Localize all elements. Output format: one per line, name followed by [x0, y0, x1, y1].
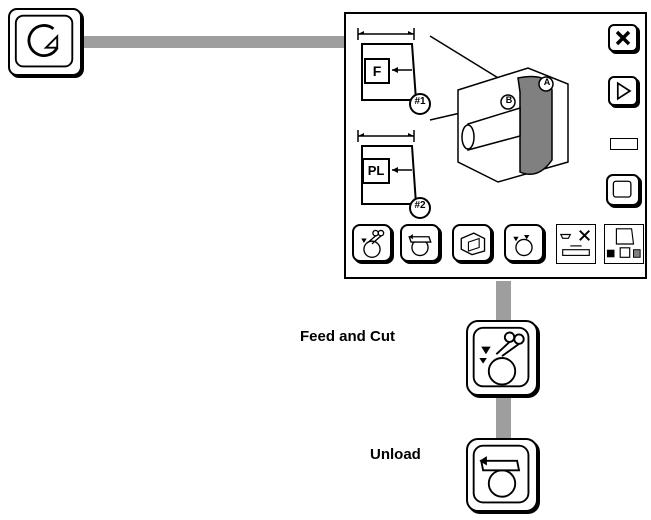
unload-label: Unload: [370, 446, 421, 463]
feed-and-cut-button[interactable]: [466, 320, 538, 396]
lower-media-label-box: PL: [362, 158, 390, 184]
feed-and-cut-label: Feed and Cut: [300, 328, 396, 345]
cut-settings-icon: [559, 230, 590, 256]
feed-and-cut-icon: [472, 326, 530, 388]
toolbar-load-sheet-button[interactable]: [452, 224, 492, 262]
cutter-point-b: B: [505, 95, 513, 105]
page-icon: [612, 180, 632, 198]
load-sheet-icon: [460, 232, 486, 256]
page-button[interactable]: [606, 174, 640, 206]
unload-icon: [408, 234, 432, 257]
unload-button[interactable]: [466, 438, 538, 512]
connector-panel-to-feed-cut: [496, 281, 511, 321]
status-indicator: [610, 138, 638, 150]
connector-feed-cut-to-unload: [496, 398, 511, 440]
lower-media-label: PL: [367, 163, 385, 178]
play-button[interactable]: [608, 76, 638, 106]
feed-icon: [513, 234, 533, 257]
toolbar-feed-and-cut-button[interactable]: [352, 224, 392, 262]
cutter-point-a: A: [543, 77, 551, 87]
close-icon: [615, 30, 631, 46]
connector-start-to-panel: [84, 36, 344, 48]
control-panel-screen: F #1 PL #2 A B: [344, 12, 647, 279]
upper-spool-number: #1: [414, 96, 426, 107]
upper-media-label: F: [372, 63, 382, 79]
lower-spool-number: #2: [414, 200, 426, 211]
rotate-arrow-icon: [14, 14, 74, 68]
cutter-unit-illustration: [429, 35, 569, 183]
toolbar-media-layout-button[interactable]: [604, 224, 644, 264]
close-button[interactable]: [608, 24, 638, 52]
media-layout-icon: [606, 228, 641, 258]
upper-media-label-box: F: [364, 58, 390, 84]
feed-and-cut-icon: [361, 229, 385, 258]
toolbar-unload-button[interactable]: [400, 224, 440, 262]
toolbar-cut-settings-button[interactable]: [556, 224, 596, 264]
toolbar-feed-button[interactable]: [504, 224, 544, 262]
rotate-start-button[interactable]: [8, 8, 82, 76]
play-icon: [616, 81, 632, 101]
unload-icon: [472, 444, 530, 504]
